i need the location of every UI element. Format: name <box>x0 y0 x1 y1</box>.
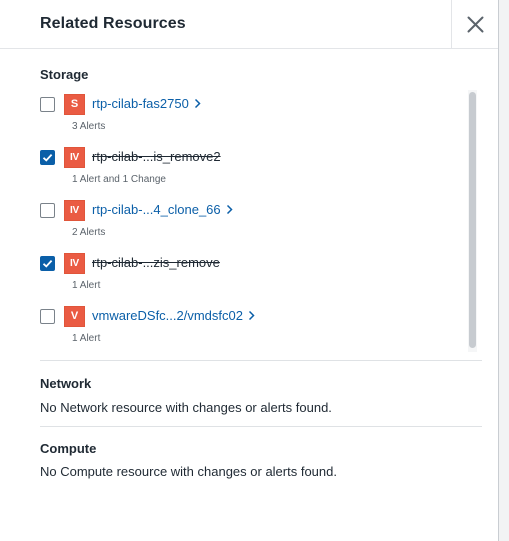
storage-type-badge: V <box>64 306 85 327</box>
alert-summary: 1 Alert and 1 Change <box>72 174 166 185</box>
resource-name: rtp-cilab-...4_clone_66 <box>92 202 221 217</box>
list-item: IV rtp-cilab-...zis_remove 1 Alert <box>40 249 460 299</box>
resource-link[interactable]: rtp-cilab-fas2750 <box>92 96 201 111</box>
resource-checkbox[interactable] <box>40 256 55 271</box>
scrollbar-thumb[interactable] <box>469 92 476 348</box>
alert-summary: 2 Alerts <box>72 227 106 238</box>
network-section-title: Network <box>40 376 92 391</box>
panel-title: Related Resources <box>40 15 186 32</box>
resource-name: rtp-cilab-...zis_remove <box>92 255 220 270</box>
storage-type-badge: IV <box>64 147 85 168</box>
compute-section-title: Compute <box>40 441 97 456</box>
close-icon <box>467 16 484 33</box>
list-item: IV rtp-cilab-...is_remove2 1 Alert and 1… <box>40 143 460 193</box>
chevron-right-icon <box>226 205 233 215</box>
checkmark-icon <box>42 259 53 268</box>
resource-checkbox[interactable] <box>40 150 55 165</box>
list-item: IV rtp-cilab-...4_clone_66 2 Alerts <box>40 196 460 246</box>
storage-list: S rtp-cilab-fas2750 3 Alerts IV rtp-cila… <box>40 90 460 352</box>
section-divider <box>40 360 482 361</box>
chevron-right-icon <box>248 311 255 321</box>
storage-section-title: Storage <box>40 67 89 82</box>
resource-checkbox[interactable] <box>40 203 55 218</box>
resource-link[interactable]: vmwareDSfc...2/vmdsfc02 <box>92 308 255 323</box>
background-shade <box>499 0 509 541</box>
chevron-right-icon <box>194 99 201 109</box>
section-divider <box>40 426 482 427</box>
storage-type-badge: IV <box>64 200 85 221</box>
resource-name: vmwareDSfc...2/vmdsfc02 <box>92 308 243 323</box>
resource-name: rtp-cilab-...is_remove2 <box>92 149 221 164</box>
alert-summary: 1 Alert <box>72 280 101 291</box>
checkmark-icon <box>42 153 53 162</box>
resource-checkbox[interactable] <box>40 309 55 324</box>
resource-link[interactable]: rtp-cilab-...4_clone_66 <box>92 202 233 217</box>
storage-type-badge: IV <box>64 253 85 274</box>
related-resources-panel: Related Resources Storage S rtp-cilab-fa… <box>0 0 498 541</box>
network-empty-message: No Network resource with changes or aler… <box>40 400 332 415</box>
alert-summary: 1 Alert <box>72 333 101 344</box>
compute-empty-message: No Compute resource with changes or aler… <box>40 464 337 479</box>
resource-name: rtp-cilab-fas2750 <box>92 96 189 111</box>
alert-summary: 3 Alerts <box>72 121 106 132</box>
panel-header: Related Resources <box>0 0 498 49</box>
list-item: V vmwareDSfc...2/vmdsfc02 1 Alert <box>40 302 460 352</box>
resource-checkbox[interactable] <box>40 97 55 112</box>
list-item: S rtp-cilab-fas2750 3 Alerts <box>40 90 460 140</box>
storage-type-badge: S <box>64 94 85 115</box>
close-button[interactable] <box>451 0 499 48</box>
